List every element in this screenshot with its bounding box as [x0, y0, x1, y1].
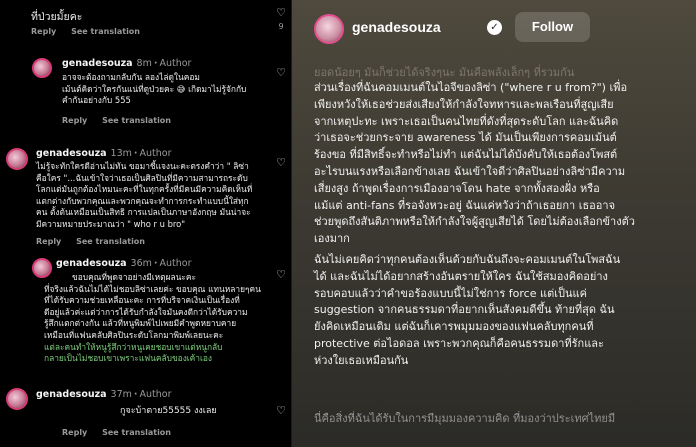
comment-line: แตกต่างกับพวกคุณและพวกคุณจะทำการกระทำแบบ…	[36, 195, 249, 206]
follow-button[interactable]: Follow	[515, 12, 590, 42]
comments-panel: ที่ป่วยมั้ยคะ Reply See translation ♡ 9 …	[0, 0, 292, 447]
comment-text: อาจจะต้องถามกลับกัน ลองไล่ดูในคอม เม้นต์…	[62, 72, 290, 107]
caption-paragraph: ส่วนเรื่องที่ฉันคอมเมนต์ในไอจีของลิซ่า (…	[314, 81, 635, 246]
comment-text: ไม่รู้จะทักใครดีอ่านไม่ทัน ขอมาชี้แจงนะค…	[36, 161, 276, 231]
comment-time: 13m	[110, 148, 132, 159]
avatar[interactable]	[314, 14, 344, 44]
comment-text: กูจะบ้าตาย55555 งงเลย	[120, 406, 217, 416]
reply-button[interactable]: Reply	[62, 428, 87, 437]
avatar[interactable]	[32, 58, 52, 78]
caption-dim-line: นี่คือสิ่งที่ฉันได้รับในการมีมุมมองความค…	[314, 412, 616, 425]
username[interactable]: genadesouza	[352, 19, 441, 35]
reply-button[interactable]: Reply	[62, 116, 87, 125]
comment-text: ที่ป่วยมั้ยคะ	[31, 11, 83, 23]
post-header: genadesouza ✓ Follow	[292, 0, 696, 60]
comment-line: ที่จริงแล้วฉันไม่ได้ไม่ชอบลิซ่าเลยค่ะ ขอ…	[44, 283, 261, 294]
reply-button[interactable]: Reply	[31, 27, 56, 36]
comment-author-line: genadesouza 36m · Author	[56, 258, 192, 269]
comment-highlight-line: แต่ละคนทำให้หนูรู้สึกว่าหนูเคยชอบเขาแต่ห…	[44, 341, 223, 352]
verified-badge-icon: ✓	[487, 20, 502, 35]
comment-actions: Reply See translation	[62, 428, 183, 437]
comment-line: คำกันอย่างกับ 555	[62, 95, 131, 106]
author-tag: Author	[139, 148, 172, 159]
comment-time: 36m	[130, 258, 152, 269]
comment-line: คือใคร "...ฉันเข้าใจว่าเธอเป็นศิลปินที่ม…	[36, 172, 248, 183]
comment-line: อาจจะต้องถามกลับกัน ลองไล่ดูในคอม	[62, 72, 200, 82]
comment-time: 8m	[136, 58, 152, 69]
comment-line: มีความหมายประมาณว่า " who r u bro"	[36, 218, 186, 229]
comment-author-line: genadesouza 13m · Author	[36, 148, 172, 159]
like-heart-icon[interactable]: ♡	[276, 67, 286, 78]
comment-line: ขอบคุณที่พูดจาอย่างมีเหตุผลนะคะ	[72, 272, 196, 282]
see-translation-link[interactable]: See translation	[102, 428, 171, 437]
comment-author[interactable]: genadesouza	[56, 258, 127, 269]
comment-author-line: genadesouza 37m · Author	[36, 389, 172, 400]
post-caption-panel: genadesouza ✓ Follow ยอดน้อยๆ มันก็ช่วยไ…	[292, 0, 696, 447]
see-translation-link[interactable]: See translation	[102, 116, 171, 125]
comment-item: genadesouza 36m · Author ขอบคุณที่พูดจาอย่า…	[26, 256, 291, 388]
comment-text: ขอบคุณที่พูดจาอย่างมีเหตุผลนะคะ ที่จริงแ…	[44, 272, 284, 365]
comment-item: genadesouza 13m · Author ไม่รู้จะทักใครดีอ่…	[0, 142, 291, 247]
like-heart-icon[interactable]: ♡	[276, 7, 286, 18]
comment-line: ไม่รู้จะทักใครดีอ่านไม่ทัน ขอมาชี้แจงนะค…	[36, 161, 249, 171]
avatar[interactable]	[6, 388, 28, 410]
comment-item: genadesouza 37m · Author กูจะบ้าตาย55555 งง…	[0, 384, 291, 447]
caption-paragraph: ฉันไม่เคยคิดว่าทุกคนต้องเห็นด้วยกับฉันถึ…	[314, 252, 621, 367]
post-caption: ส่วนเรื่องที่ฉันคอมเมนต์ในไอจีของลิซ่า (…	[314, 80, 694, 370]
comment-actions: Reply See translation	[31, 27, 152, 36]
comment-line: รู้สึกแตกต่างกัน แล้วที่หนูพิมพ์ไปเพยมีค…	[44, 318, 237, 329]
avatar[interactable]	[6, 148, 28, 170]
like-heart-icon[interactable]: ♡	[276, 405, 286, 416]
like-count: 9	[278, 22, 284, 31]
comment-time: 37m	[110, 389, 132, 400]
comment-line: ที่ได้รับความช่วยเหลือนะคะ การที่บริจาคเ…	[44, 295, 240, 306]
author-tag: Author	[159, 58, 192, 69]
comment-line: เหมือนที่แฟนคลับศิลปินระดับโลกมาพิมพ์เลย…	[44, 329, 224, 340]
see-translation-link[interactable]: See translation	[71, 27, 140, 36]
comment-author[interactable]: genadesouza	[62, 58, 133, 69]
comment-actions: Reply See translation	[36, 237, 157, 246]
author-tag: Author	[139, 389, 172, 400]
comment-author-line: genadesouza 8m · Author	[62, 58, 192, 69]
like-heart-icon[interactable]: ♡	[276, 157, 286, 168]
comment-highlight-line: กลายเป็นไม่ชอบเขาเพราะแฟนคลับของเค้าเอง	[44, 353, 212, 364]
comment-actions: Reply See translation	[62, 116, 183, 125]
comment-item: ที่ป่วยมั้ยคะ Reply See translation ♡ 9	[0, 0, 291, 40]
caption-faded-line: ยอดน้อยๆ มันก็ช่วยได้จริงๆนะ มันคือพลังเ…	[314, 66, 575, 79]
comment-author[interactable]: genadesouza	[36, 389, 107, 400]
comment-line: คน ตั้งต้นเหมือนเป็นสิทธิ การแปลเป็นภาษา…	[36, 207, 251, 218]
like-heart-icon[interactable]: ♡	[276, 269, 286, 280]
comment-item: genadesouza 8m · Author อาจจะต้องถามกลับกัน…	[26, 52, 291, 147]
author-tag: Author	[159, 258, 192, 269]
comment-author[interactable]: genadesouza	[36, 148, 107, 159]
comment-line: ดีอยู่แล้วค่ะแต่ว่าการได้รับกำลังใจมันคง…	[44, 306, 248, 317]
comment-line: โลกแต่มันถูกต้องไหมนะคะที่ในทุกครั้งที่ม…	[36, 184, 253, 195]
comment-line: เม้นต์คิดว่าใครกันแน่ที่ดูป่วยคะ 😅 เกิดม…	[62, 83, 247, 94]
reply-button[interactable]: Reply	[36, 237, 61, 246]
see-translation-link[interactable]: See translation	[76, 237, 145, 246]
